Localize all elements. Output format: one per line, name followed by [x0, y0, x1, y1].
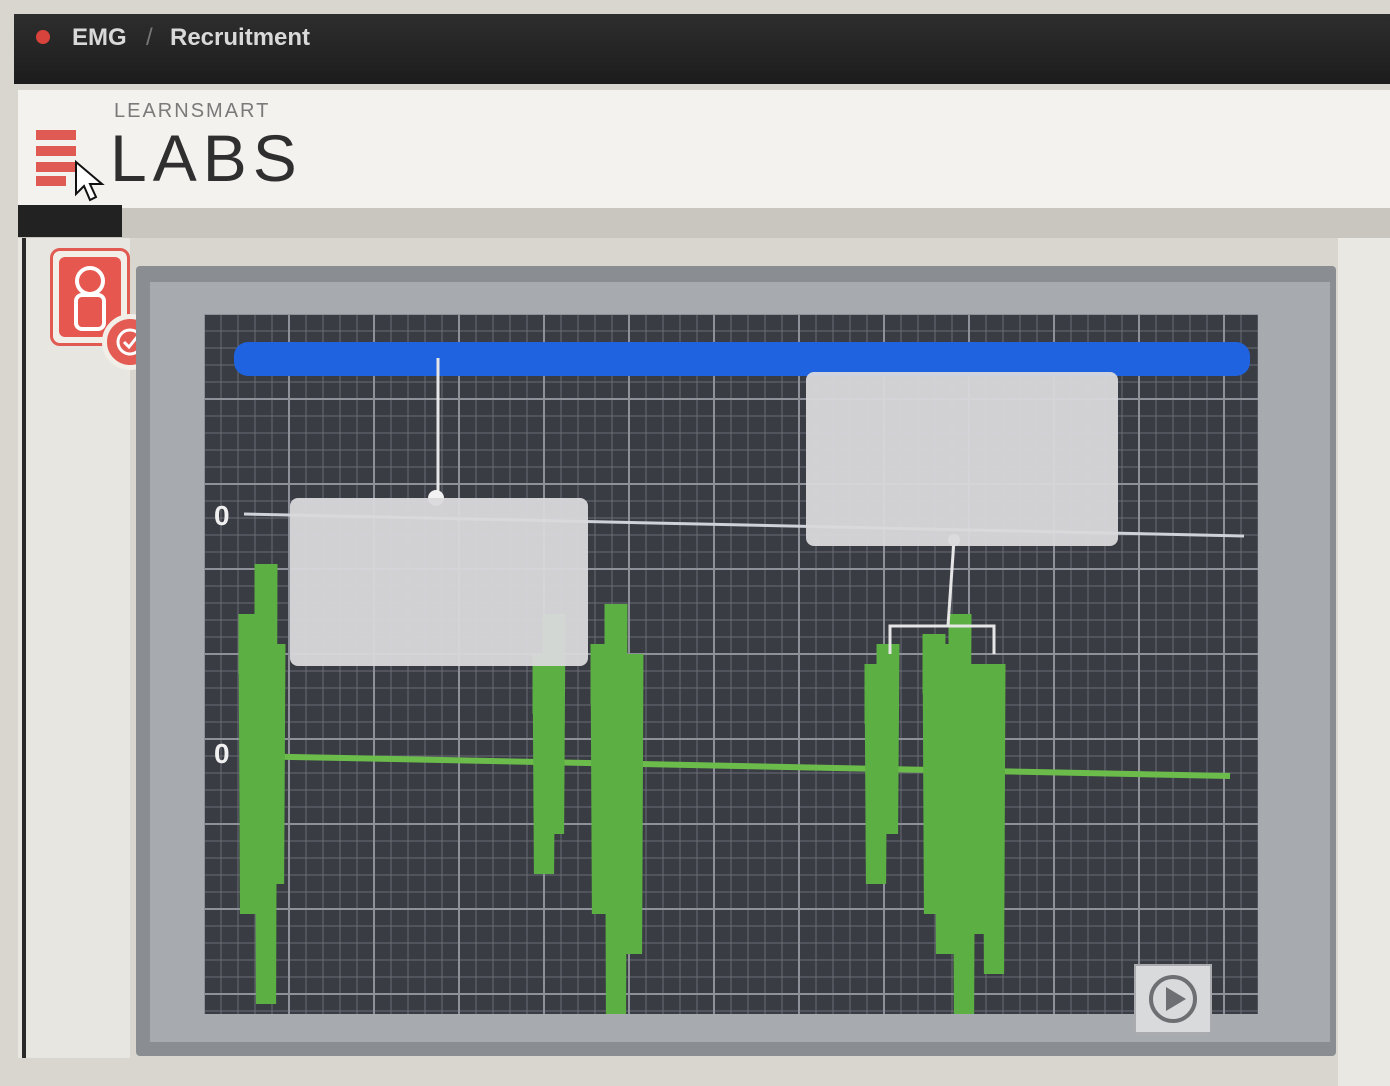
- emg-burst: [876, 643, 900, 835]
- breadcrumb-separator: /: [146, 24, 153, 51]
- breadcrumb-emg[interactable]: EMG: [72, 24, 127, 52]
- window-title-bar: EMG / Recruitment: [14, 14, 1390, 84]
- right-sidebar: [1338, 238, 1390, 1086]
- play-button[interactable]: [1134, 964, 1212, 1034]
- record-dot-icon: [36, 30, 50, 44]
- cursor-arrow-icon: [75, 160, 105, 202]
- brand-title: LABS: [110, 121, 303, 195]
- lower-zero-label: 0: [214, 738, 230, 769]
- emg-burst: [952, 663, 976, 1014]
- toolbar-strip: [18, 208, 1390, 238]
- callout-box-1[interactable]: [290, 498, 588, 666]
- play-icon: [1149, 975, 1197, 1023]
- emg-burst: [982, 663, 1006, 975]
- app-header: LEARNSMART LABS: [18, 90, 1390, 208]
- toolbar-tab[interactable]: [18, 205, 122, 237]
- emg-burst: [254, 563, 278, 1005]
- sidebar-edge: [22, 238, 26, 1058]
- upper-zero-label: 0: [214, 500, 230, 531]
- emg-burst: [620, 653, 644, 955]
- stimulus-bar: [234, 342, 1250, 376]
- callout-box-2[interactable]: [806, 372, 1118, 546]
- breadcrumb-recruitment[interactable]: Recruitment: [170, 24, 310, 52]
